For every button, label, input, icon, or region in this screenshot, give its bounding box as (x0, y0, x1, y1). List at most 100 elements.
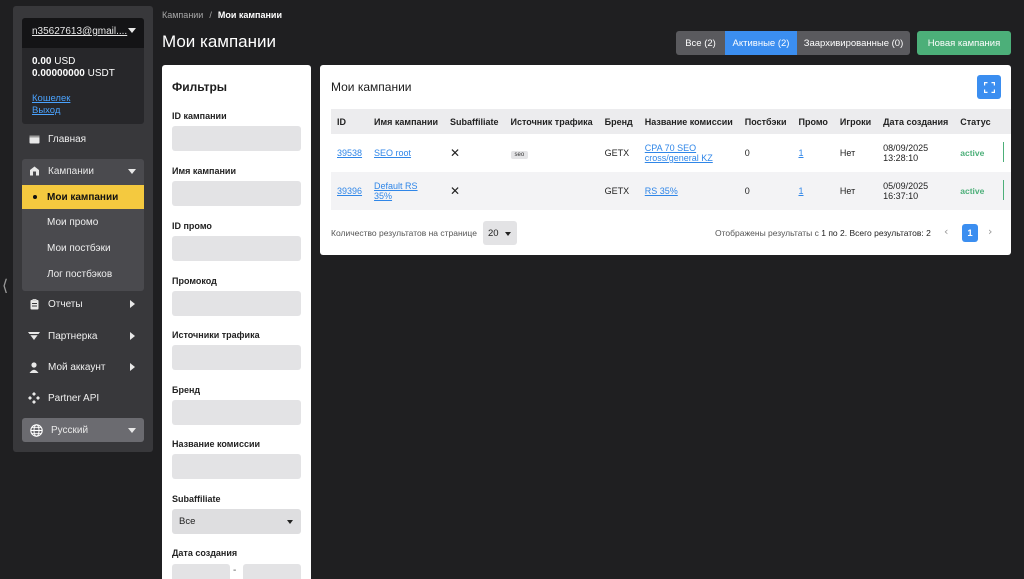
promo-link[interactable]: 1 (798, 186, 803, 196)
commission-name-label: Название комиссии (172, 439, 261, 449)
campaign-name-link[interactable]: SEO root (374, 148, 411, 158)
sidebar-item-partnership[interactable]: Партнерка (22, 324, 144, 348)
new-campaign-button[interactable]: Новая кампания (917, 31, 1011, 55)
sidebar-item-my-postbacks[interactable]: Мои постбэки (22, 236, 144, 260)
campaign-name-field[interactable] (172, 181, 301, 206)
promocode-field[interactable] (172, 291, 301, 316)
chevron-down-icon[interactable] (128, 28, 136, 33)
logout-link[interactable]: Выход (32, 105, 60, 116)
campaigns-table-wrap[interactable]: ID Имя кампании Subaffiliate Источник тр… (331, 109, 1011, 211)
promo-id-label: ID промо (172, 221, 212, 231)
traffic-source-cell (504, 172, 599, 210)
tab-all[interactable]: Все (2) (676, 31, 725, 55)
tab-archived[interactable]: Заархивированные (0) (797, 31, 910, 55)
date-separator: - (233, 565, 237, 576)
date-from-field[interactable] (172, 564, 230, 579)
filters-title: Фильтры (172, 80, 228, 94)
fullscreen-button[interactable] (977, 75, 1001, 99)
campaigns-icon (28, 165, 40, 177)
promo-id-field[interactable] (172, 236, 301, 261)
sidebar-item-my-account[interactable]: Мой аккаунт (22, 355, 144, 379)
tab-active[interactable]: Активные (2) (725, 31, 797, 55)
balance-usdt: 0.00000000 USDT (32, 68, 115, 79)
promo-link[interactable]: 1 (798, 148, 803, 158)
commission-line2[interactable]: cross/general KZ (645, 153, 713, 163)
players-cell: Нет (833, 134, 878, 172)
page-title: Мои кампании (162, 32, 277, 51)
chevron-down-icon[interactable] (128, 428, 136, 433)
commission-link[interactable]: CPA 70 SEO cross/general KZ (645, 143, 713, 163)
sidebar-item-label: Главная (48, 133, 87, 145)
col-players[interactable]: Игроки (833, 109, 878, 134)
brand-label: Бренд (172, 385, 201, 395)
campaigns-card: Мои кампании ID Имя кампании Subaffiliat… (320, 65, 1011, 255)
col-created-date[interactable]: Дата создания (877, 109, 955, 134)
brand-cell: GETX (598, 172, 639, 210)
row-action-button[interactable] (1002, 180, 1007, 200)
sidebar-item-my-campaigns[interactable]: Мои кампании (22, 185, 144, 209)
language-select[interactable]: Русский (22, 418, 144, 442)
sidebar-item-home[interactable]: Главная (22, 127, 144, 151)
breadcrumb-parent[interactable]: Кампании (162, 10, 203, 20)
breadcrumb-separator: / (209, 10, 212, 20)
pagination-prev[interactable]: ‹ (944, 225, 948, 238)
col-promo[interactable]: Промо (792, 109, 834, 134)
fullscreen-icon (983, 81, 995, 93)
account-email[interactable]: n35627613@gmail.... (32, 26, 127, 37)
sidebar-item-reports[interactable]: Отчеты (22, 292, 144, 316)
commission-link[interactable]: RS 35% (645, 186, 678, 196)
pagination-next[interactable]: › (988, 225, 992, 238)
col-actions (996, 109, 1011, 134)
user-icon (28, 361, 40, 373)
balance-usdt-currency: USDT (87, 68, 115, 79)
chevron-down-icon (505, 232, 511, 236)
account-dropdown[interactable]: n35627613@gmail.... (22, 18, 144, 48)
brand-field[interactable] (172, 400, 301, 425)
col-id[interactable]: ID (331, 109, 369, 134)
col-subaffiliate[interactable]: Subaffiliate (444, 109, 505, 134)
balance-usd: 0.00 USD (32, 56, 75, 67)
sidebar-item-label: Отчеты (48, 298, 83, 310)
api-icon (28, 392, 40, 404)
traffic-sources-label: Источники трафика (172, 330, 260, 340)
col-brand[interactable]: Бренд (598, 109, 639, 134)
wallet-link[interactable]: Кошелек (32, 93, 70, 104)
col-commission-name[interactable]: Название комиссии (638, 109, 739, 134)
col-postbacks[interactable]: Постбэки (738, 109, 793, 134)
commission-name-field[interactable] (172, 454, 301, 479)
col-status[interactable]: Статус (954, 109, 997, 134)
traffic-sources-field[interactable] (172, 345, 301, 370)
campaign-id-link[interactable]: 39396 (337, 186, 362, 196)
sidebar-item-postback-log[interactable]: Лог постбэков (22, 262, 144, 286)
campaign-id-link[interactable]: 39538 (337, 148, 362, 158)
sidebar-collapse-icon[interactable]: ⟨ (2, 276, 8, 295)
sidebar-item-my-promo[interactable]: Мои промо (22, 210, 144, 234)
sidebar-item-partner-api[interactable]: Partner API (22, 386, 144, 410)
traffic-source-badge: seo (510, 150, 529, 159)
close-icon: ✕ (450, 146, 461, 160)
card-title: Мои кампании (331, 80, 412, 94)
row-action-button[interactable] (1002, 142, 1007, 162)
campaign-name-line1[interactable]: Default RS (374, 181, 418, 191)
col-traffic-source[interactable]: Источник трафика (504, 109, 599, 134)
campaign-id-label: ID кампании (172, 111, 227, 121)
per-page-label: Количество результатов на странице (331, 228, 477, 238)
pagination-current-page[interactable]: 1 (962, 224, 978, 242)
campaign-id-field[interactable] (172, 126, 301, 151)
breadcrumb-current: Мои кампании (217, 10, 282, 20)
sidebar-item-campaigns[interactable]: Кампании (22, 159, 144, 183)
sidebar-item-label: Мой аккаунт (48, 361, 106, 373)
chevron-right-icon (130, 300, 135, 308)
chevron-down-icon[interactable] (128, 169, 136, 174)
created-date-cell: 08/09/2025 13:28:10 (877, 134, 955, 172)
campaign-name-link[interactable]: Default RS 35% (374, 181, 418, 201)
subaffiliate-select[interactable]: Все (172, 509, 301, 534)
commission-line1[interactable]: CPA 70 SEO (645, 143, 696, 153)
partnership-icon (28, 330, 40, 342)
created-date-label: Дата создания (172, 548, 238, 558)
col-campaign-name[interactable]: Имя кампании (368, 109, 445, 134)
date-to-field[interactable] (243, 564, 301, 579)
campaign-name-line2[interactable]: 35% (374, 191, 392, 201)
promocode-label: Промокод (172, 276, 217, 286)
per-page-select[interactable]: 20 (483, 221, 517, 245)
